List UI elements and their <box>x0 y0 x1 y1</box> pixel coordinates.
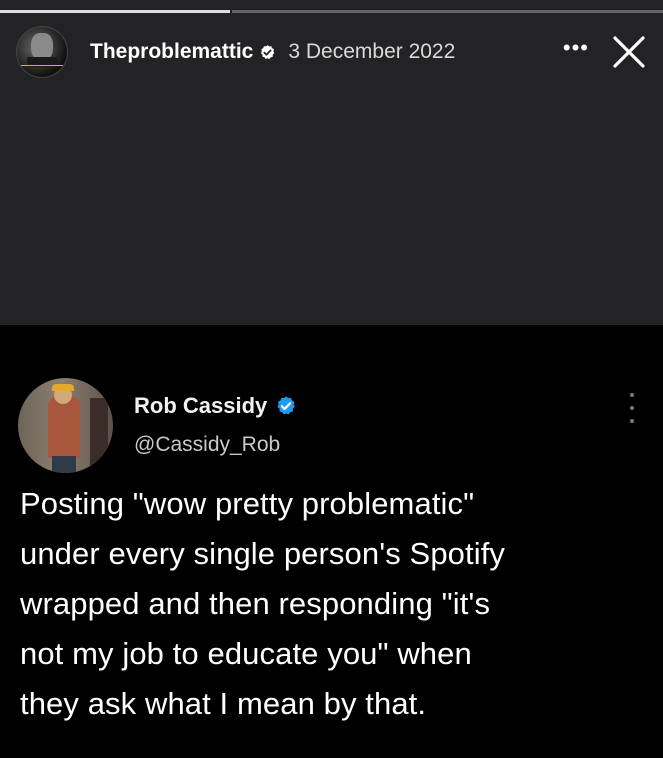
story-top-area: Theproblemattic 3 December 2022 ••• <box>0 0 663 325</box>
tweet-text-line: Posting "wow pretty problematic" <box>20 486 475 521</box>
tweet-author-name[interactable]: Rob Cassidy <box>134 393 267 419</box>
tweet-text-line: not my job to educate you" when <box>20 636 472 671</box>
progress-segment-remaining <box>232 10 663 13</box>
tweet-card: Rob Cassidy @Cassidy_Rob Posting "wow pr… <box>0 325 663 758</box>
verified-badge-icon <box>275 395 297 417</box>
header-actions: ••• <box>563 34 647 70</box>
close-button[interactable] <box>611 34 647 70</box>
close-icon <box>613 36 645 68</box>
tweet-text-line: they ask what I mean by that. <box>20 686 427 721</box>
tweet-author-row: Rob Cassidy <box>134 393 297 419</box>
progress-segment-viewed <box>0 10 230 13</box>
tweet-text: Posting "wow pretty problematic" under e… <box>20 479 650 729</box>
tweet-text-line: wrapped and then responding "it's <box>20 586 491 621</box>
tweet-author-avatar[interactable] <box>18 378 113 473</box>
story-header: Theproblemattic 3 December 2022 ••• <box>16 24 647 80</box>
verified-badge-icon <box>259 44 276 61</box>
story-username[interactable]: Theproblemattic <box>90 40 253 64</box>
story-date: 3 December 2022 <box>288 40 456 63</box>
story-viewer: Theproblemattic 3 December 2022 ••• Rob … <box>0 0 663 758</box>
story-progress-bar <box>0 10 663 13</box>
tweet-author-handle[interactable]: @Cassidy_Rob <box>134 433 280 457</box>
profile-avatar[interactable] <box>16 26 68 78</box>
tweet-more-options-button[interactable] <box>627 393 637 423</box>
more-options-button[interactable]: ••• <box>563 37 589 67</box>
tweet-text-line: under every single person's Spotify <box>20 536 506 571</box>
